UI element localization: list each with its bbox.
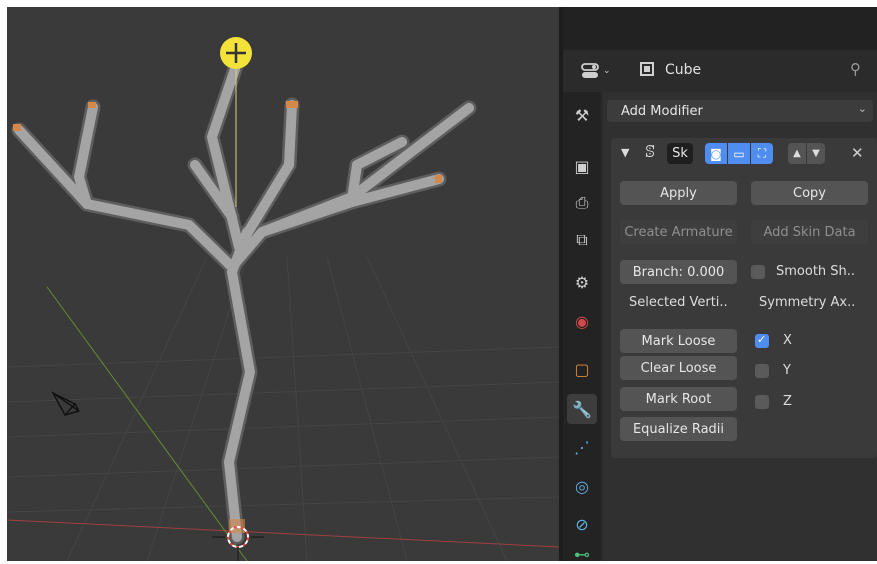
tool-icon[interactable]: ⚒ [567,100,597,130]
add-skin-data-button[interactable]: Add Skin Data [751,220,868,244]
world-icon[interactable]: ◉ [567,306,597,336]
properties-top-strip [563,7,877,50]
collapse-arrow-icon[interactable]: ▼ [621,146,629,159]
add-modifier-dropdown[interactable]: Add Modifier ⌄ [607,100,873,122]
view-layer-icon[interactable]: ⧉ [567,225,597,255]
mark-loose-button[interactable]: Mark Loose [620,329,737,353]
object-name: Cube [665,62,702,78]
cage-toggle-icon[interactable]: ⛶ [751,143,773,164]
object-icon[interactable]: ▢ [567,354,597,384]
floor-grid [7,256,559,561]
properties-header: ⌄ Cube ⚲ [563,50,877,90]
skin-tree-mesh[interactable] [11,61,477,545]
create-armature-button[interactable]: Create Armature [620,220,737,244]
modifier-name: Sk [672,146,688,161]
move-down-icon[interactable]: ▼ [807,143,825,164]
properties-editor-icon [581,63,599,78]
mark-root-button[interactable]: Mark Root [620,387,737,411]
skin-modifier-icon: ꕷ [645,142,656,161]
x-axis-line [7,519,559,548]
properties-editor: ⌄ Cube ⚲ ⚒ ▣ ⎙ ⧉ ⚙ ◉ ▢ 🔧 ⋰ ◎ ⊘ ⊷ Add Mod… [563,7,877,564]
3d-viewport[interactable] [7,7,559,561]
chevron-down-icon: ⌄ [857,102,867,115]
constraints-icon[interactable]: ⊘ [567,509,597,539]
scene-icon[interactable]: ⚙ [567,267,597,297]
data-icon[interactable]: ⊷ [567,545,597,564]
y-axis-line [46,286,248,561]
close-icon[interactable]: ✕ [851,144,864,162]
equalize-radii-button[interactable]: Equalize Radii [620,417,737,441]
move-up-icon[interactable]: ▲ [788,143,806,164]
editor-type-dropdown[interactable]: ⌄ [581,62,613,80]
render-icon[interactable]: ▣ [567,151,597,181]
clear-loose-button[interactable]: Clear Loose [620,356,737,380]
camera-gizmo-icon[interactable] [51,391,80,417]
branch-smoothing-field[interactable]: Branch: 0.000 [620,260,737,284]
symmetry-y-checkbox[interactable] [755,364,769,378]
object-data-icon [640,62,654,76]
copy-button[interactable]: Copy [751,181,868,205]
smooth-shading-label: Smooth Sh.. [776,264,856,279]
symmetry-z-checkbox[interactable] [755,395,769,409]
modifier-panel: Add Modifier ⌄ ▼ ꕷ Sk ◙ ▭ ⛶ ▲ ▼ ✕ Apply … [603,92,877,561]
symmetry-axes-heading: Symmetry Ax.. [759,295,856,310]
viewport-canvas [7,37,559,561]
apply-button[interactable]: Apply [620,181,737,205]
chevron-down-icon: ⌄ [603,66,611,76]
pin-icon[interactable]: ⚲ [850,60,861,78]
root-marker [229,519,245,533]
symmetry-z-label: Z [783,394,792,409]
symmetry-x-checkbox[interactable] [755,333,769,348]
add-modifier-label: Add Modifier [621,103,703,119]
selected-vertices-heading: Selected Verti.. [629,295,728,310]
physics-icon[interactable]: ◎ [567,471,597,501]
symmetry-x-label: X [783,333,792,348]
output-icon[interactable]: ⎙ [567,188,597,218]
modifier-name-field[interactable]: Sk [667,143,693,164]
smooth-shading-checkbox[interactable] [751,265,765,279]
properties-tabs: ⚒ ▣ ⎙ ⧉ ⚙ ◉ ▢ 🔧 ⋰ ◎ ⊘ ⊷ [563,92,601,564]
editmode-toggle-icon[interactable]: ◙ [705,143,727,164]
viewport-toggle-icon[interactable]: ▭ [728,143,750,164]
symmetry-y-label: Y [783,363,791,378]
modifier-wrench-icon[interactable]: 🔧 [567,394,597,424]
particles-icon[interactable]: ⋰ [567,432,597,462]
